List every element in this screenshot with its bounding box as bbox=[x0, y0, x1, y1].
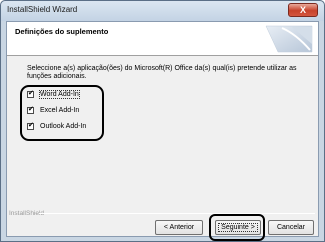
installer-window: InstallShield Wizard X Definições do sup… bbox=[0, 0, 325, 242]
wizard-body: Definições do suplemento Seleccione a(s)… bbox=[6, 21, 319, 241]
close-icon: X bbox=[299, 5, 306, 15]
installshield-banner-icon bbox=[265, 25, 313, 53]
window-title: InstallShield Wizard bbox=[7, 5, 78, 14]
cancel-button[interactable]: Cancelar bbox=[268, 220, 314, 235]
instruction-text: Seleccione a(s) aplicação(ões) do Micros… bbox=[27, 65, 297, 80]
wizard-header: Definições do suplemento bbox=[7, 22, 318, 56]
next-button-highlight bbox=[209, 214, 265, 241]
back-button[interactable]: < Anterior bbox=[155, 220, 203, 235]
title-bar[interactable]: InstallShield Wizard X bbox=[1, 1, 324, 21]
addin-options-highlight bbox=[20, 85, 104, 141]
close-button[interactable]: X bbox=[288, 3, 318, 17]
footer-divider bbox=[39, 213, 315, 214]
page-title: Definições do suplemento bbox=[15, 27, 109, 36]
